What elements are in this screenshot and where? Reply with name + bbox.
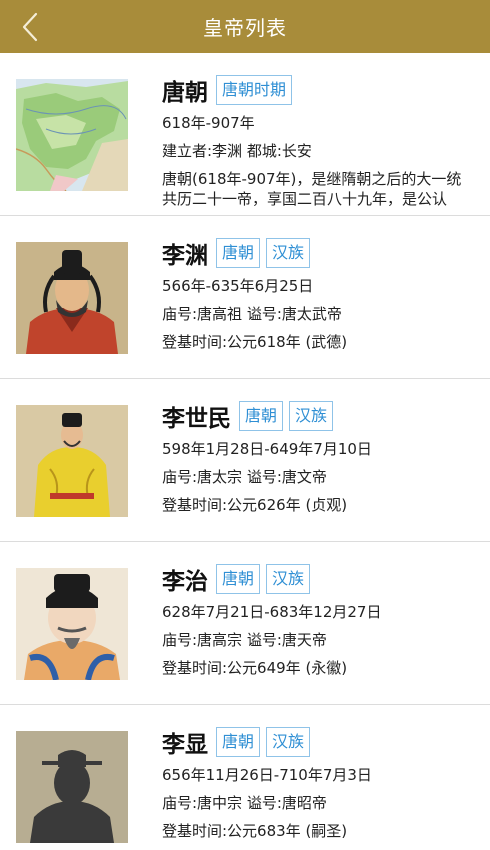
back-button[interactable] xyxy=(16,10,44,44)
list-item-emperor[interactable]: 李渊 唐朝 汉族 566年-635年6月25日 庙号:唐高祖 谥号:唐太武帝 登… xyxy=(0,216,490,379)
item-info: 李显 唐朝 汉族 656年11月26日-710年7月3日 庙号:唐中宗 谥号:唐… xyxy=(162,725,490,841)
item-name: 唐朝 xyxy=(162,80,208,106)
item-temple-posthumous-name: 庙号:唐高祖 谥号:唐太武帝 xyxy=(162,305,342,323)
item-lifespan: 628年7月21日-683年12月27日 xyxy=(162,603,382,621)
item-lifespan: 656年11月26日-710年7月3日 xyxy=(162,766,372,784)
item-accession: 登基时间:公元626年 (贞观) xyxy=(162,496,348,514)
item-info: 唐朝 唐朝时期 618年-907年 建立者:李渊 都城:长安 唐朝(618年-9… xyxy=(162,73,490,209)
top-bar: 皇帝列表 xyxy=(0,0,490,53)
item-accession: 登基时间:公元683年 (嗣圣) xyxy=(162,822,348,840)
item-accession: 登基时间:公元649年 (永徽) xyxy=(162,659,348,677)
item-info: 李治 唐朝 汉族 628年7月21日-683年12月27日 庙号:唐高宗 谥号:… xyxy=(162,562,490,678)
item-temple-posthumous-name: 庙号:唐中宗 谥号:唐昭帝 xyxy=(162,794,327,812)
item-name: 李显 xyxy=(162,732,208,758)
item-name: 李世民 xyxy=(162,406,231,432)
back-chevron-icon xyxy=(22,12,38,42)
item-years: 618年-907年 xyxy=(162,114,255,132)
item-founder-capital: 建立者:李渊 都城:长安 xyxy=(162,142,312,160)
portrait-li-yuan xyxy=(16,242,128,354)
item-tag-ethnicity: 汉族 xyxy=(289,401,334,431)
list-item-emperor[interactable]: 李显 唐朝 汉族 656年11月26日-710年7月3日 庙号:唐中宗 谥号:唐… xyxy=(0,705,490,850)
map-thumbnail xyxy=(16,79,128,191)
list-item-emperor[interactable]: 李治 唐朝 汉族 628年7月21日-683年12月27日 庙号:唐高宗 谥号:… xyxy=(0,542,490,705)
item-tag-dynasty: 唐朝 xyxy=(216,238,261,268)
emperor-list-screen: 皇帝列表 唐朝 唐朝时期 618年-907年 建立者:李渊 都城:长安 唐朝(6… xyxy=(0,0,490,850)
item-description-line-1: 唐朝(618年-907年)，是继隋朝之后的大一统 xyxy=(162,170,462,188)
item-temple-posthumous-name: 庙号:唐高宗 谥号:唐天帝 xyxy=(162,631,327,649)
list-item-dynasty[interactable]: 唐朝 唐朝时期 618年-907年 建立者:李渊 都城:长安 唐朝(618年-9… xyxy=(0,53,490,216)
item-name: 李渊 xyxy=(162,243,208,269)
item-tag-dynasty: 唐朝 xyxy=(216,727,261,757)
item-name: 李治 xyxy=(162,569,208,595)
silhouette-placeholder xyxy=(16,731,128,843)
item-description-line-2: 共历二十一帝，享国二百八十九年，是公认 xyxy=(162,190,448,208)
portrait-li-zhi xyxy=(16,568,128,680)
page-title: 皇帝列表 xyxy=(203,16,287,40)
item-lifespan: 566年-635年6月25日 xyxy=(162,277,314,295)
item-tag-dynasty: 唐朝 xyxy=(216,564,261,594)
item-lifespan: 598年1月28日-649年7月10日 xyxy=(162,440,372,458)
item-info: 李渊 唐朝 汉族 566年-635年6月25日 庙号:唐高祖 谥号:唐太武帝 登… xyxy=(162,236,490,352)
item-accession: 登基时间:公元618年 (武德) xyxy=(162,333,348,351)
item-tag-ethnicity: 汉族 xyxy=(266,238,311,268)
item-tag-dynasty: 唐朝 xyxy=(239,401,284,431)
item-temple-posthumous-name: 庙号:唐太宗 谥号:唐文帝 xyxy=(162,468,327,486)
item-info: 李世民 唐朝 汉族 598年1月28日-649年7月10日 庙号:唐太宗 谥号:… xyxy=(162,399,490,515)
list-item-emperor[interactable]: 李世民 唐朝 汉族 598年1月28日-649年7月10日 庙号:唐太宗 谥号:… xyxy=(0,379,490,542)
item-tag-ethnicity: 汉族 xyxy=(266,727,311,757)
item-tag-ethnicity: 汉族 xyxy=(266,564,311,594)
item-tag: 唐朝时期 xyxy=(216,75,293,105)
emperor-list: 唐朝 唐朝时期 618年-907年 建立者:李渊 都城:长安 唐朝(618年-9… xyxy=(0,53,490,850)
portrait-li-shimin xyxy=(16,405,128,517)
